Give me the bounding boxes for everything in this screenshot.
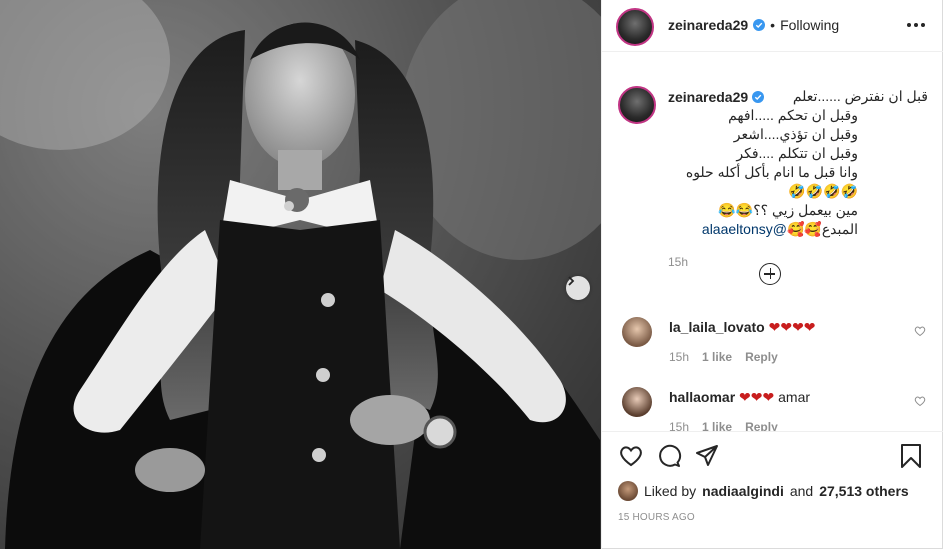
caption-line: وقبل ان تتكلم ....فكر <box>736 145 858 161</box>
heart-outline-icon[interactable] <box>914 395 926 407</box>
save-bookmark-icon[interactable] <box>898 443 924 469</box>
commenter-username[interactable]: la_laila_lovato <box>669 319 765 335</box>
post-actions: Liked by nadiaalgindi and 27,513 others … <box>602 431 943 549</box>
next-photo-button[interactable] <box>566 276 590 300</box>
author-username[interactable]: zeinareda29 <box>668 17 748 33</box>
instagram-post-modal: zeinareda29 • Following zeinareda29 قبل … <box>0 0 943 549</box>
like-heart-icon[interactable] <box>618 443 644 469</box>
commenter-avatar[interactable] <box>622 387 652 417</box>
commenter-avatar[interactable] <box>622 317 652 347</box>
load-more-comments-button[interactable] <box>759 263 781 285</box>
chevron-right-icon <box>568 276 575 286</box>
more-options-button[interactable] <box>907 18 927 32</box>
dot-icon <box>921 23 925 27</box>
caption-line: قبل ان نفترض ......تعلم <box>792 88 928 104</box>
dot-icon <box>914 23 918 27</box>
caption-line: وقبل ان تؤذي....اشعر <box>733 126 858 142</box>
caption-time[interactable]: 15h <box>668 253 928 271</box>
verified-badge-icon <box>753 19 766 31</box>
caption-author-avatar[interactable] <box>618 86 656 124</box>
mention-link[interactable]: @alaaeltonsy <box>702 221 787 237</box>
caption-mention-prefix: المبدع🥰🥰 <box>786 221 858 237</box>
commenter-username[interactable]: hallaomar <box>669 389 735 405</box>
comment-time[interactable]: 15h <box>669 350 689 364</box>
comment-bubble-icon[interactable] <box>656 443 682 469</box>
comment-item: la_laila_lovato ❤❤❤❤ 15h 1 like Reply <box>618 317 938 377</box>
post-timestamp[interactable]: 15 HOURS AGO <box>618 512 695 523</box>
dot-icon <box>907 23 911 27</box>
liked-by-user-link[interactable]: nadiaalgindi <box>702 483 784 499</box>
verified-badge-icon <box>752 90 765 103</box>
liker-avatar[interactable] <box>618 481 638 501</box>
comment-item: hallaomar ❤❤❤ amar 15h 1 like Reply <box>618 387 938 431</box>
post-side-panel: zeinareda29 • Following zeinareda29 قبل … <box>601 0 943 549</box>
reply-button[interactable]: Reply <box>745 420 778 431</box>
post-photo[interactable] <box>0 0 601 549</box>
caption-line: وقبل ان تحكم .....افهم <box>728 107 858 123</box>
comment-text: amar <box>778 389 811 405</box>
caption-header: zeinareda29 قبل ان نفترض ......تعلم <box>668 87 928 106</box>
caption-mention-line: المبدع🥰🥰@alaaeltonsy <box>668 220 928 239</box>
caption-line: وانا قبل ما انام بأكل أكله حلوه 🤣🤣🤣🤣 <box>685 164 858 199</box>
author-avatar[interactable] <box>616 8 654 46</box>
reply-button[interactable]: Reply <box>745 350 778 364</box>
likes-count-link[interactable]: 27,513 others <box>819 483 909 499</box>
caption-username[interactable]: zeinareda29 <box>668 88 748 106</box>
header-separator: • <box>770 17 776 33</box>
liked-by-prefix: Liked by <box>644 483 697 499</box>
comment-meta: 15h 1 like Reply <box>669 420 810 431</box>
comment-likes[interactable]: 1 like <box>702 350 732 364</box>
post-caption: zeinareda29 قبل ان نفترض ......تعلم وقبل… <box>668 87 928 271</box>
comment-time[interactable]: 15h <box>669 420 689 431</box>
caption-line: مين بيعمل زيي ؟؟😂😂 <box>718 202 858 218</box>
liked-by-and: and <box>789 483 814 499</box>
comments-section: zeinareda29 قبل ان نفترض ......تعلم وقبل… <box>602 53 943 431</box>
comment-hearts: ❤❤❤❤ <box>768 319 816 335</box>
share-send-icon[interactable] <box>694 443 720 469</box>
photo-illustration <box>0 0 601 549</box>
likes-summary: Liked by nadiaalgindi and 27,513 others <box>618 481 909 501</box>
comment-likes[interactable]: 1 like <box>702 420 732 431</box>
following-button[interactable]: Following <box>780 17 839 33</box>
header-info: zeinareda29 • Following <box>668 17 839 33</box>
comment-body: hallaomar ❤❤❤ amar 15h 1 like Reply <box>669 389 810 431</box>
heart-outline-icon[interactable] <box>914 325 926 337</box>
post-header: zeinareda29 • Following <box>602 0 943 52</box>
comment-hearts: ❤❤❤ <box>739 389 775 405</box>
comment-body: la_laila_lovato ❤❤❤❤ 15h 1 like Reply <box>669 319 816 364</box>
comment-meta: 15h 1 like Reply <box>669 350 816 364</box>
